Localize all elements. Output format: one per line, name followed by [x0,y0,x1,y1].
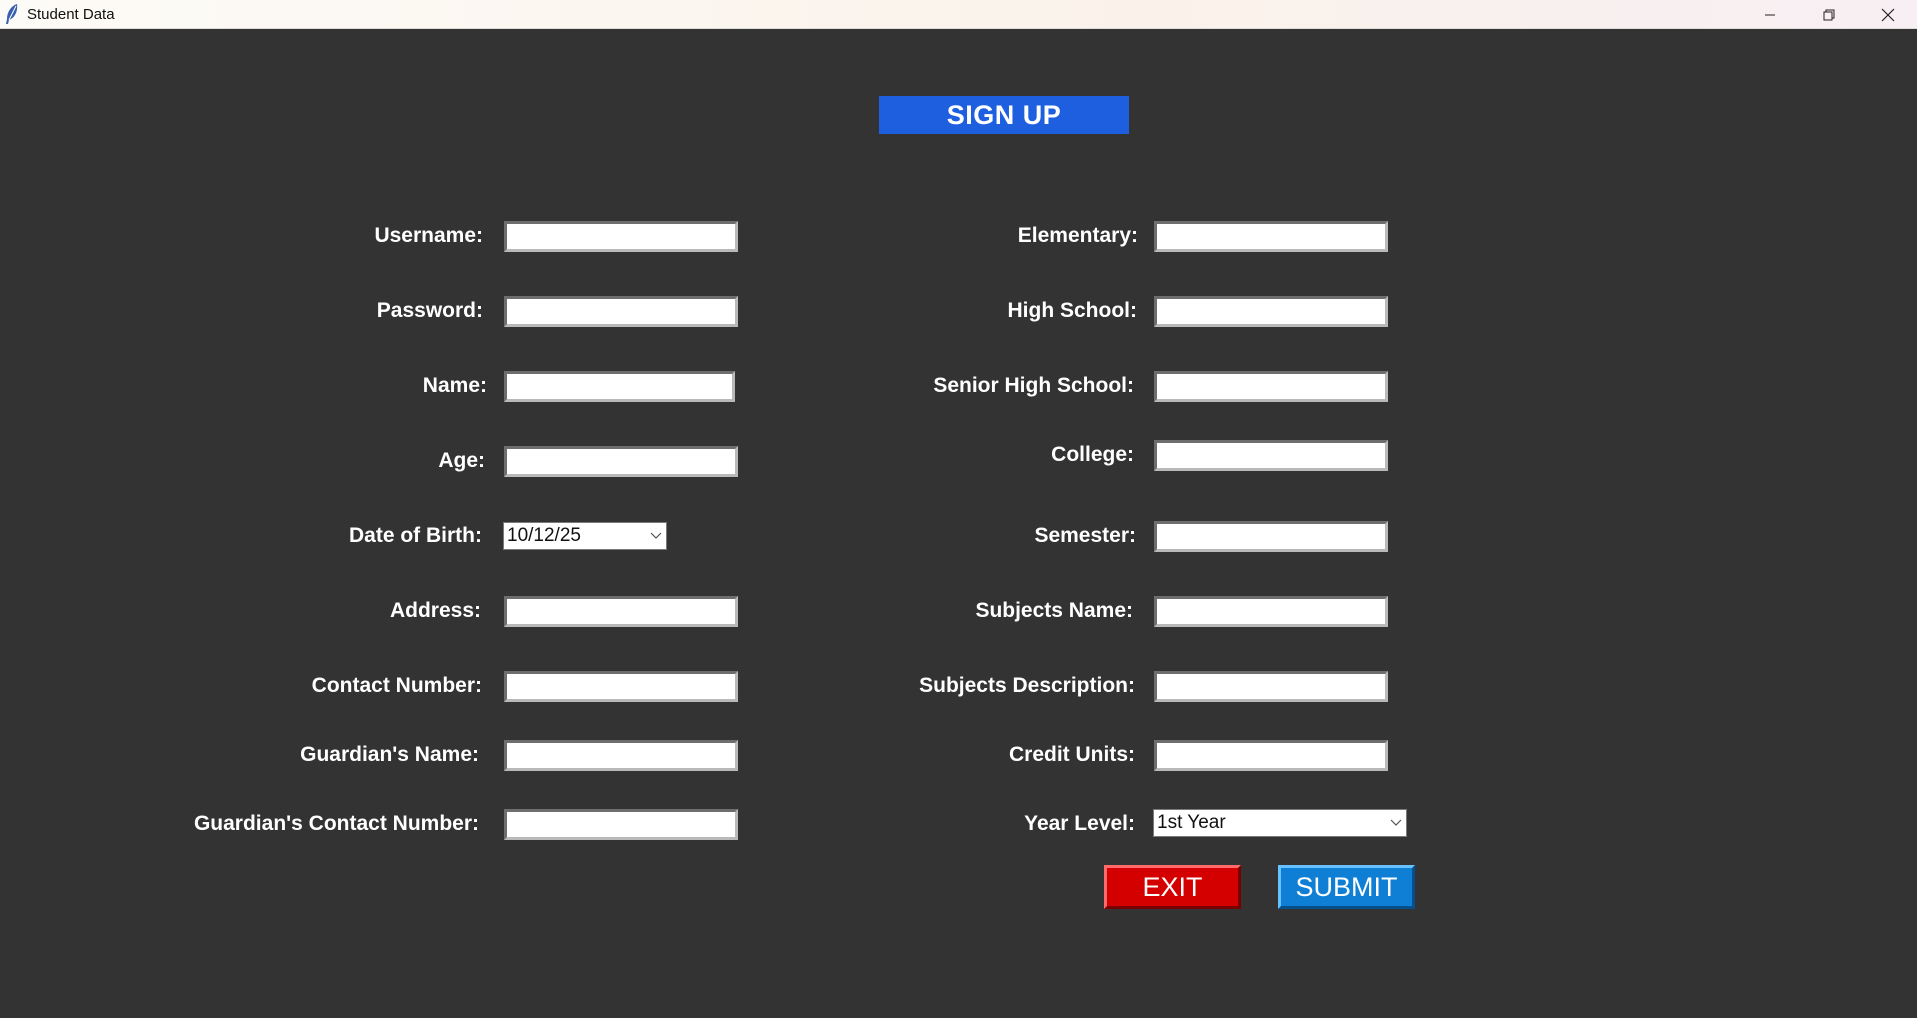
name-label: Name: [422,374,487,397]
dob-dropdown[interactable]: 10/12/25 [503,522,667,550]
address-label: Address: [389,599,481,622]
guardian-contact-input[interactable] [504,809,738,840]
college-input[interactable] [1154,440,1388,471]
close-button[interactable] [1859,0,1917,29]
elementary-input[interactable] [1154,221,1388,252]
dob-label: Date of Birth: [349,524,482,547]
window-title: Student Data [27,6,115,23]
year-level-value: 1st Year [1157,812,1226,833]
signup-heading: SIGN UP [879,96,1129,134]
year-level-dropdown[interactable]: 1st Year [1153,809,1407,837]
client-area [0,29,1917,1018]
minimize-icon [1765,14,1775,15]
chevron-down-icon [646,523,666,549]
guardian-contact-label: Guardian's Contact Number: [193,812,479,835]
exit-button[interactable]: EXIT [1104,865,1241,909]
contact-number-label: Contact Number: [311,674,482,697]
submit-button[interactable]: SUBMIT [1278,865,1415,909]
senior-high-school-label: Senior High School: [933,374,1134,397]
subjects-description-label: Subjects Description: [919,674,1135,697]
subjects-description-input[interactable] [1154,671,1388,702]
college-label: College: [1051,443,1134,466]
high-school-label: High School: [1007,299,1138,322]
senior-high-school-input[interactable] [1154,371,1388,402]
credit-units-label: Credit Units: [1009,743,1135,766]
semester-label: Semester: [1034,524,1136,547]
credit-units-input[interactable] [1154,740,1388,771]
name-input[interactable] [504,371,735,402]
restore-icon [1823,9,1835,20]
year-level-label: Year Level: [1024,812,1135,835]
username-input[interactable] [504,221,738,252]
address-input[interactable] [504,596,738,627]
elementary-label: Elementary: [1017,224,1138,247]
minimize-button[interactable] [1741,0,1799,29]
dob-value: 10/12/25 [507,525,581,546]
high-school-input[interactable] [1154,296,1388,327]
password-input[interactable] [504,296,738,327]
chevron-down-icon [1386,810,1406,836]
username-label: Username: [374,224,483,247]
close-icon [1881,8,1895,21]
guardian-name-input[interactable] [504,740,738,771]
maximize-button[interactable] [1800,0,1858,29]
semester-input[interactable] [1154,521,1388,552]
subjects-name-label: Subjects Name: [975,599,1133,622]
password-label: Password: [376,299,483,322]
title-bar[interactable]: Student Data [0,0,1917,29]
feather-icon [4,3,20,25]
subjects-name-input[interactable] [1154,596,1388,627]
contact-number-input[interactable] [504,671,738,702]
guardian-name-label: Guardian's Name: [300,743,479,766]
age-label: Age: [438,449,485,472]
age-input[interactable] [504,446,738,477]
